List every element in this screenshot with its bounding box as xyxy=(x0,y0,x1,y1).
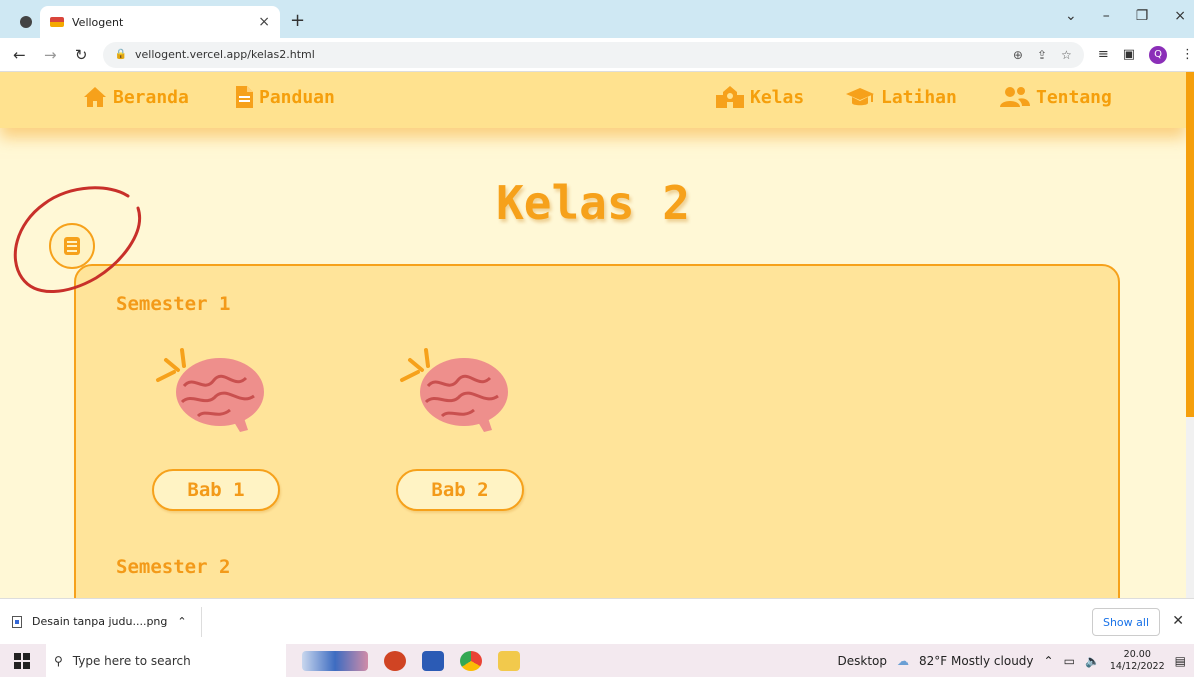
back-arrow-icon[interactable]: ← xyxy=(8,46,31,64)
restore-button[interactable]: ❐ xyxy=(1136,8,1149,24)
bab-2-button[interactable]: Bab 2 xyxy=(396,469,524,511)
browser-profile-icon[interactable] xyxy=(20,16,32,28)
semester-2-heading: Semester 2 xyxy=(116,556,231,578)
nav-panduan-label: Panduan xyxy=(259,86,335,108)
weather-cloud-icon: ☁ xyxy=(897,653,910,668)
browser-toolbar: ← → ↻ 🔒 vellogent.vercel.app/kelas2.html… xyxy=(0,38,1194,72)
side-panel-icon[interactable]: ▣ xyxy=(1123,47,1135,62)
search-icon: ⚲ xyxy=(54,653,63,668)
url-text: vellogent.vercel.app/kelas2.html xyxy=(134,48,315,61)
zoom-icon[interactable]: ⊕ xyxy=(1013,48,1023,62)
nav-kelas-label: Kelas xyxy=(750,86,805,108)
site-favicon-icon xyxy=(50,17,64,27)
site-navbar: Beranda Panduan Kelas Latihan Tentang xyxy=(0,72,1186,128)
notification-icon[interactable]: ▤ xyxy=(1175,654,1186,668)
battery-icon[interactable]: ▭ xyxy=(1064,654,1075,668)
nav-latihan-label: Latihan xyxy=(881,86,957,108)
download-item[interactable]: Desain tanpa judu....png ⌃ xyxy=(12,606,202,637)
nav-tentang-label: Tentang xyxy=(1036,86,1112,108)
reading-list-icon[interactable]: ≡ xyxy=(1098,47,1109,62)
users-icon xyxy=(1000,87,1030,107)
address-bar[interactable]: 🔒 vellogent.vercel.app/kelas2.html ⊕ ⇪ ☆ xyxy=(102,41,1084,68)
address-bar-icons: ⊕ ⇪ ☆ xyxy=(1013,48,1072,62)
close-window-button[interactable]: × xyxy=(1174,8,1186,24)
window-controls: ⌄ – ❐ × xyxy=(1065,8,1186,24)
weather-text[interactable]: 82°F Mostly cloudy xyxy=(919,654,1034,668)
page-scrollbar[interactable] xyxy=(1186,72,1194,598)
clock-time: 20.00 xyxy=(1123,648,1151,660)
class-content-card: Semester 1 Bab 1 Bab 2 Semester 2 xyxy=(74,264,1120,598)
web-page: Beranda Panduan Kelas Latihan Tentang Ke… xyxy=(0,72,1194,598)
tab-title: Vellogent xyxy=(72,15,124,29)
graduation-cap-icon xyxy=(846,88,874,106)
nav-beranda[interactable]: Beranda xyxy=(83,86,189,108)
volume-icon[interactable]: 🔈 xyxy=(1085,654,1100,668)
nav-panduan[interactable]: Panduan xyxy=(236,86,335,108)
nav-kelas[interactable]: Kelas xyxy=(716,86,804,108)
windows-taskbar: ⚲ Type here to search Desktop ☁ 82°F Mos… xyxy=(0,644,1194,677)
system-tray: Desktop ☁ 82°F Mostly cloudy ⌃ ▭ 🔈 20.00… xyxy=(838,644,1186,677)
tab-close-icon[interactable]: × xyxy=(258,14,270,30)
file-explorer-icon[interactable] xyxy=(498,650,520,671)
search-placeholder: Type here to search xyxy=(72,653,191,668)
nav-tentang[interactable]: Tentang xyxy=(1000,86,1112,108)
page-title: Kelas 2 xyxy=(496,176,690,230)
reload-icon[interactable]: ↻ xyxy=(70,46,93,64)
taskbar-clock[interactable]: 20.00 14/12/2022 xyxy=(1110,649,1165,673)
document-icon xyxy=(236,86,253,108)
school-icon xyxy=(716,86,744,108)
share-icon[interactable]: ⇪ xyxy=(1037,48,1047,62)
downloads-bar: Desain tanpa judu....png ⌃ Show all ✕ xyxy=(0,598,1194,644)
lock-icon: 🔒 xyxy=(114,49,127,60)
powerpoint-icon[interactable] xyxy=(384,650,406,671)
bookmark-star-icon[interactable]: ☆ xyxy=(1061,48,1072,62)
close-downloads-icon[interactable]: ✕ xyxy=(1172,613,1184,629)
tab-search-icon[interactable]: ⌄ xyxy=(1065,8,1077,24)
windows-start-icon[interactable] xyxy=(14,652,30,669)
taskbar-apps xyxy=(302,650,520,671)
clock-date: 14/12/2022 xyxy=(1109,660,1165,672)
book-icon xyxy=(64,237,80,255)
show-all-button[interactable]: Show all xyxy=(1091,608,1160,636)
image-file-icon xyxy=(12,615,22,628)
brain-icon xyxy=(400,348,508,432)
bab-1-button[interactable]: Bab 1 xyxy=(152,469,280,511)
minimize-button[interactable]: – xyxy=(1103,8,1110,24)
browser-tab[interactable]: Vellogent × xyxy=(40,6,280,38)
book-menu-button[interactable] xyxy=(49,223,95,269)
taskbar-search-box[interactable]: ⚲ Type here to search xyxy=(46,644,286,677)
profile-avatar[interactable]: Q xyxy=(1149,45,1168,64)
word-icon[interactable] xyxy=(422,650,444,671)
nav-latihan[interactable]: Latihan xyxy=(845,86,957,108)
brain-icon xyxy=(156,348,264,432)
scrollbar-thumb[interactable] xyxy=(1186,72,1194,417)
taskbar-widget-image[interactable] xyxy=(302,650,368,671)
semester-1-heading: Semester 1 xyxy=(116,293,231,315)
toolbar-right: ≡ ▣ Q ⋮ xyxy=(1098,45,1194,64)
menu-kebab-icon[interactable]: ⋮ xyxy=(1181,47,1194,62)
chevron-up-icon[interactable]: ⌃ xyxy=(177,615,186,628)
new-tab-button[interactable]: + xyxy=(290,10,305,31)
desktop-toolbar-label[interactable]: Desktop xyxy=(838,654,888,668)
tray-chevron-icon[interactable]: ⌃ xyxy=(1044,654,1054,668)
chrome-icon[interactable] xyxy=(460,650,482,671)
home-icon xyxy=(84,87,106,107)
browser-tab-strip: Vellogent × + ⌄ – ❐ × xyxy=(0,0,1194,38)
download-file-name: Desain tanpa judu....png xyxy=(32,615,168,628)
forward-arrow-icon[interactable]: → xyxy=(39,46,62,64)
nav-beranda-label: Beranda xyxy=(113,86,189,108)
